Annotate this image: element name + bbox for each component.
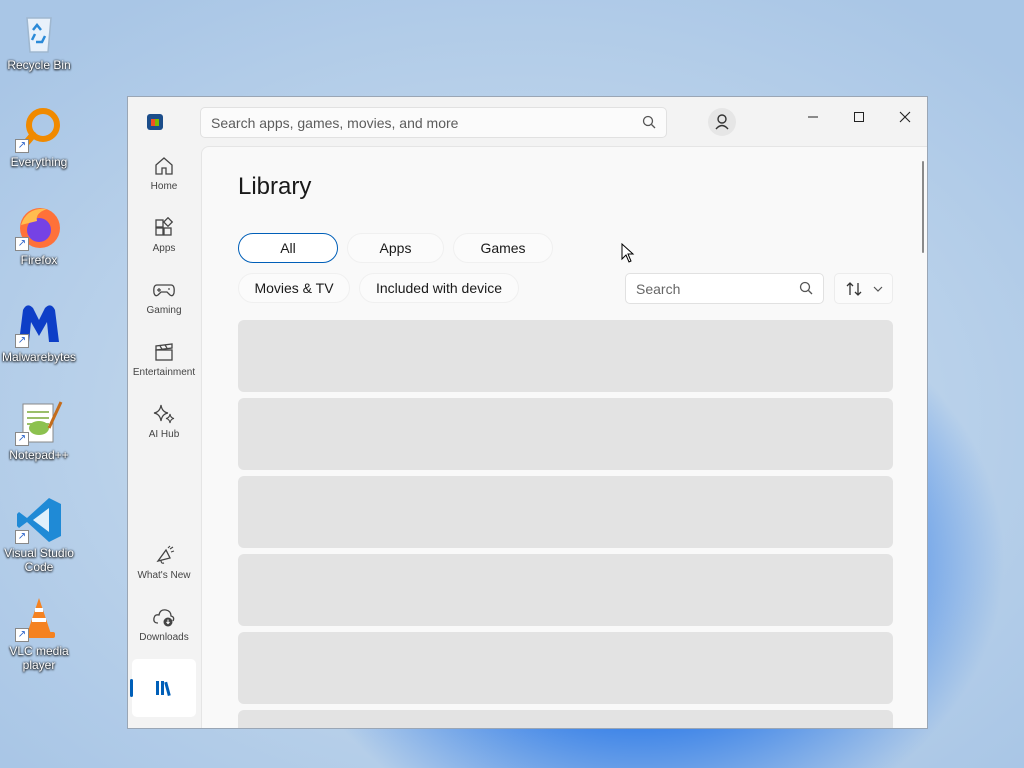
desktop-icon-malwarebytes[interactable]: ↗ Malwarebytes	[2, 300, 76, 364]
desktop-icon-label: Malwarebytes	[2, 350, 77, 364]
nav-item-downloads[interactable]: Downloads	[132, 602, 196, 658]
nav-item-label: AI Hub	[148, 429, 180, 440]
megaphone-icon	[156, 545, 175, 564]
shortcut-arrow-icon: ↗	[15, 628, 29, 642]
malwarebytes-icon: ↗	[15, 300, 63, 348]
minimize-icon	[808, 116, 818, 118]
nav-item-label: Gaming	[146, 305, 182, 316]
vlc-cone-icon: ↗	[15, 594, 63, 642]
nav-item-gaming[interactable]: Gaming	[132, 275, 196, 331]
sort-button[interactable]	[834, 273, 893, 304]
minimize-button[interactable]	[790, 101, 836, 133]
desktop-icon-vlc[interactable]: ↗ VLC media player	[2, 594, 76, 672]
shortcut-arrow-icon: ↗	[15, 432, 29, 446]
shortcut-arrow-icon: ↗	[15, 139, 29, 153]
loading-placeholder-row	[238, 398, 893, 470]
nav-item-home[interactable]: Home	[132, 151, 196, 207]
close-icon	[899, 111, 911, 123]
sort-arrows-icon	[846, 281, 861, 296]
title-bar[interactable]	[128, 97, 927, 145]
shortcut-arrow-icon: ↗	[15, 237, 29, 251]
maximize-icon	[854, 112, 864, 122]
loading-placeholder-row	[238, 710, 893, 728]
vscode-icon: ↗	[15, 496, 63, 544]
desktop-icon-notepad-plus-plus[interactable]: ↗ Notepad++	[2, 398, 76, 462]
home-icon	[155, 157, 173, 175]
apps-icon	[155, 217, 174, 236]
page-title: Library	[238, 173, 312, 200]
recycle-bin-icon	[15, 8, 63, 56]
desktop-icon-label: Notepad++	[9, 448, 69, 462]
desktop-icon-label: Everything	[10, 155, 68, 169]
nav-item-label: What's New	[137, 570, 191, 581]
cloud-download-icon	[153, 609, 175, 627]
loading-placeholder-row	[238, 320, 893, 392]
sparkle-icon	[153, 404, 175, 424]
desktop-icon-label: Firefox	[20, 253, 58, 267]
desktop-icon-firefox[interactable]: ↗ Firefox	[2, 203, 76, 267]
loading-placeholder-row	[238, 476, 893, 548]
navigation-rail: Home Apps Gaming Entertainment AI Hub Wh…	[128, 145, 200, 728]
account-avatar-button[interactable]	[708, 108, 736, 136]
nav-item-apps[interactable]: Apps	[132, 213, 196, 269]
library-search-box[interactable]	[625, 273, 824, 304]
global-search-box[interactable]	[200, 107, 667, 138]
nav-item-label: Home	[150, 181, 178, 192]
notepad-plus-plus-icon: ↗	[15, 398, 63, 446]
store-logo-icon	[147, 114, 163, 130]
desktop-icon-label: VLC media player	[9, 644, 69, 672]
close-button[interactable]	[882, 101, 927, 133]
library-icon	[156, 681, 171, 697]
library-page: Library All Apps Games Movies & TV Inclu…	[201, 146, 927, 728]
nav-item-ai-hub[interactable]: AI Hub	[132, 399, 196, 455]
shortcut-arrow-icon: ↗	[15, 334, 29, 348]
global-search-input[interactable]	[201, 108, 641, 137]
desktop-icon-recycle-bin[interactable]: Recycle Bin	[2, 8, 76, 72]
desktop-icon-everything[interactable]: ↗ Everything	[2, 105, 76, 169]
search-icon[interactable]	[642, 115, 656, 134]
firefox-icon: ↗	[15, 203, 63, 251]
filter-games[interactable]: Games	[453, 233, 553, 263]
mouse-cursor-icon	[621, 242, 635, 268]
loading-placeholder-row	[238, 632, 893, 704]
person-icon	[715, 114, 729, 130]
desktop-icon-label: Visual Studio Code	[4, 546, 74, 574]
nav-item-label: Entertainment	[132, 367, 196, 378]
maximize-button[interactable]	[836, 101, 882, 133]
nav-item-whats-new[interactable]: What's New	[132, 540, 196, 596]
search-icon[interactable]	[799, 281, 813, 300]
chevron-down-icon	[873, 286, 882, 292]
gamepad-icon	[153, 284, 175, 297]
desktop-icon-label: Recycle Bin	[7, 58, 71, 72]
nav-item-library[interactable]	[130, 659, 196, 717]
everything-icon: ↗	[15, 105, 63, 153]
filter-movies-tv[interactable]: Movies & TV	[238, 273, 350, 303]
filter-apps[interactable]: Apps	[347, 233, 444, 263]
shortcut-arrow-icon: ↗	[15, 530, 29, 544]
filter-included-with-device[interactable]: Included with device	[359, 273, 519, 303]
library-search-input[interactable]	[626, 274, 806, 303]
desktop-icon-vscode[interactable]: ↗ Visual Studio Code	[2, 496, 76, 574]
active-indicator	[130, 679, 133, 697]
filter-all[interactable]: All	[238, 233, 338, 263]
microsoft-store-window: Home Apps Gaming Entertainment AI Hub Wh…	[127, 96, 928, 729]
clapperboard-icon	[155, 343, 173, 361]
nav-item-entertainment[interactable]: Entertainment	[132, 337, 196, 393]
scrollbar-thumb[interactable]	[922, 161, 924, 253]
nav-item-label: Apps	[152, 243, 176, 254]
loading-placeholder-row	[238, 554, 893, 626]
nav-item-label: Downloads	[139, 632, 189, 643]
